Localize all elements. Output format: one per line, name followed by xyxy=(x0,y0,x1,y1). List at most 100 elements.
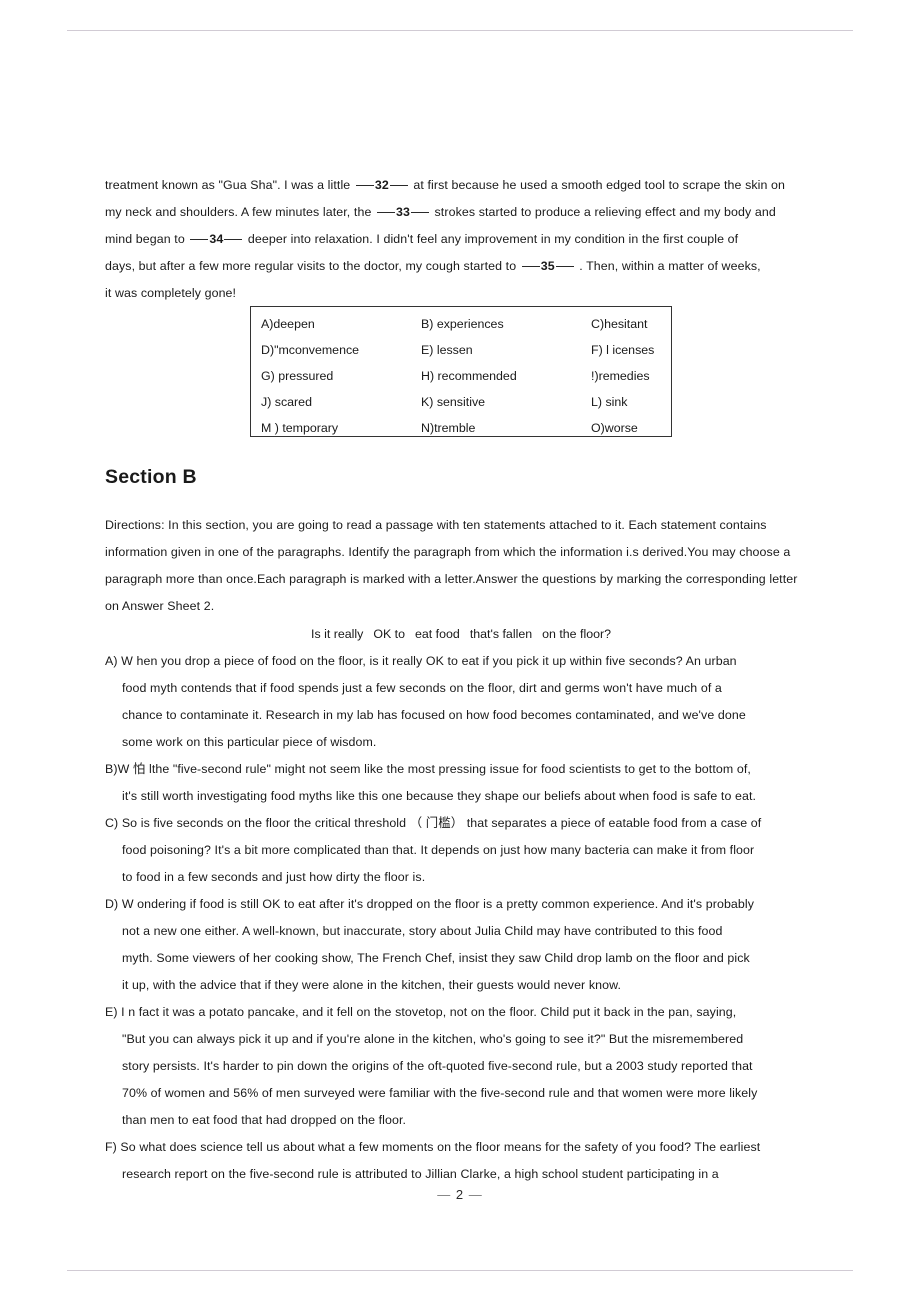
cloze-blank-rule-right xyxy=(389,185,408,186)
passage-paragraph: D) W ondering if food is still OK to eat… xyxy=(105,891,817,999)
paragraph-line: food myth contends that if food spends j… xyxy=(122,681,722,695)
cloze-blank-rule-right xyxy=(410,212,429,213)
cloze-blank-number: 35 xyxy=(540,259,555,273)
cloze-blank-rule-left xyxy=(521,266,540,267)
passage-title-part: that's fallen xyxy=(469,627,533,641)
word-bank-row: M ) temporary N)tremble O)worse xyxy=(251,415,671,436)
cloze-blank-number: 33 xyxy=(395,205,410,219)
passage-title: Is it really OK to eat food that's fallen on… xyxy=(105,622,817,646)
bottom-divider-rule xyxy=(67,1270,853,1271)
cloze-blank-rule-right xyxy=(224,239,243,240)
passage-title-part: Is it really xyxy=(311,627,364,641)
passage-body: A) W hen you drop a piece of food on the… xyxy=(105,648,817,1188)
cloze-text: my neck and shoulders. A few minutes lat… xyxy=(105,205,351,219)
word-bank-option[interactable]: O)worse xyxy=(581,415,671,436)
cloze-passage: treatment known as "Gua Sha". I was a li… xyxy=(105,172,817,307)
cloze-text: at first because he used a smooth edged … xyxy=(413,178,786,192)
section-b-heading: Section B xyxy=(105,466,197,488)
cloze-line: treatment known as "Gua Sha". I was a li… xyxy=(105,172,817,199)
passage-title-part: OK to xyxy=(373,627,406,641)
cloze-text: strokes started to produce a relieving e… xyxy=(434,205,776,219)
paragraph-line: 70% of women and 56% of men surveyed wer… xyxy=(122,1086,758,1100)
directions-line: Directions: In this section, you are goi… xyxy=(105,518,767,532)
paragraph-first-line: D) W ondering if food is still OK to eat… xyxy=(105,897,755,911)
cloze-blank-35[interactable]: 35 xyxy=(520,253,576,280)
word-bank-option[interactable]: H) recommended xyxy=(411,363,581,389)
word-bank-option[interactable]: !)remedies xyxy=(581,363,671,389)
cloze-blank-32[interactable]: 32 xyxy=(354,172,410,199)
cloze-blank-33[interactable]: 33 xyxy=(375,199,431,226)
paragraph-first-line: F) So what does science tell us about wh… xyxy=(105,1140,761,1154)
section-b-directions: Directions: In this section, you are goi… xyxy=(105,512,817,620)
paragraph-line: to food in a few seconds and just how di… xyxy=(122,870,426,884)
page-number-value: 2 xyxy=(455,1187,465,1202)
paragraph-line: it's still worth investigating food myth… xyxy=(122,789,757,803)
cloze-blank-number: 32 xyxy=(374,178,389,192)
cloze-text: deeper into relaxation. I didn't feel an… xyxy=(247,232,739,246)
passage-title-part: on the floor? xyxy=(542,627,611,641)
passage-paragraph: B)W 怕 lthe "five-second rule" might not … xyxy=(105,756,817,810)
word-bank-option[interactable]: J) scared xyxy=(251,389,411,415)
word-bank-option[interactable]: A)deepen xyxy=(251,311,411,337)
paragraph-first-line: E) I n fact it was a potato pancake, and… xyxy=(105,1005,737,1019)
cloze-blank-rule-left xyxy=(190,239,209,240)
passage-paragraph: F) So what does science tell us about wh… xyxy=(105,1134,817,1188)
directions-line: information given in one of the paragrap… xyxy=(105,545,791,559)
cloze-blank-rule-right xyxy=(555,266,574,267)
cloze-text: it was completely gone! xyxy=(105,286,237,300)
cloze-blank-rule-left xyxy=(376,212,395,213)
paragraph-first-line: B)W 怕 lthe "five-second rule" might not … xyxy=(105,762,751,776)
cloze-text: days, but after a few more regular visit… xyxy=(105,259,402,273)
word-bank-row: J) scared K) sensitive L) sink xyxy=(251,389,671,415)
passage-paragraph: A) W hen you drop a piece of food on the… xyxy=(105,648,817,756)
page-number: — 2 — xyxy=(0,1187,920,1202)
page-number-dash-left: — xyxy=(437,1187,452,1202)
word-bank-option[interactable]: K) sensitive xyxy=(411,389,581,415)
paragraph-line: "But you can always pick it up and if yo… xyxy=(122,1032,744,1046)
scanned-exam-page: treatment known as "Gua Sha". I was a li… xyxy=(0,0,920,1303)
cloze-text: my cough started to xyxy=(405,259,517,273)
passage-title-part: eat food xyxy=(415,627,460,641)
paragraph-line: than men to eat food that had dropped on… xyxy=(122,1113,407,1127)
paragraph-line: food poisoning? It's a bit more complica… xyxy=(122,843,755,857)
word-bank-box: A)deepen B) experiences C)hesitant D)"mconv… xyxy=(250,306,672,437)
cloze-line: days, but after a few more regular visit… xyxy=(105,253,817,280)
directions-line: paragraph more than once.Each paragraph … xyxy=(105,572,798,586)
paragraph-line: it up, with the advice that if they were… xyxy=(122,978,622,992)
cloze-text: . Then, within a matter of weeks, xyxy=(579,259,761,273)
word-bank-row: D)"mconvemence E) lessen F) l icenses xyxy=(251,337,671,363)
cloze-line: it was completely gone! xyxy=(105,280,817,307)
directions-line: on Answer Sheet 2. xyxy=(105,599,215,613)
word-bank-option[interactable]: D)"mconvemence xyxy=(251,337,411,363)
word-bank-option[interactable]: B) experiences xyxy=(411,311,581,337)
paragraph-line: story persists. It's harder to pin down … xyxy=(122,1059,753,1073)
passage-paragraph: E) I n fact it was a potato pancake, and… xyxy=(105,999,817,1134)
paragraph-line: myth. Some viewers of her cooking show, … xyxy=(122,951,750,965)
paragraph-first-line: A) W hen you drop a piece of food on the… xyxy=(105,654,737,668)
word-bank-row: G) pressured H) recommended !)remedies xyxy=(251,363,671,389)
word-bank-option[interactable]: M ) temporary xyxy=(251,415,411,436)
word-bank-option[interactable]: C)hesitant xyxy=(581,311,671,337)
page-number-dash-right: — xyxy=(468,1187,483,1202)
word-bank-option[interactable]: N)tremble xyxy=(411,415,581,436)
word-bank-option[interactable]: E) lessen xyxy=(411,337,581,363)
paragraph-line: research report on the five-second rule … xyxy=(122,1167,719,1181)
passage-paragraph: C) So is five seconds on the floor the c… xyxy=(105,810,817,891)
word-bank-option[interactable]: L) sink xyxy=(581,389,671,415)
paragraph-line: not a new one either. A well-known, but … xyxy=(122,924,723,938)
cloze-blank-number: 34 xyxy=(209,232,224,246)
word-bank-row: A)deepen B) experiences C)hesitant xyxy=(251,311,671,337)
cloze-text: the xyxy=(353,205,372,219)
paragraph-first-line: C) So is five seconds on the floor the c… xyxy=(105,816,762,830)
top-divider-rule xyxy=(67,30,853,31)
cloze-text: treatment known as "Gua Sha". I was a li… xyxy=(105,178,351,192)
paragraph-line: chance to contaminate it. Research in my… xyxy=(122,708,746,722)
cloze-blank-34[interactable]: 34 xyxy=(188,226,244,253)
word-bank-option[interactable]: F) l icenses xyxy=(581,337,671,363)
cloze-blank-rule-left xyxy=(355,185,374,186)
cloze-text: mind began to xyxy=(105,232,185,246)
cloze-line: mind began to 34 deeper into relaxation.… xyxy=(105,226,817,253)
cloze-line: my neck and shoulders. A few minutes lat… xyxy=(105,199,817,226)
paragraph-line: some work on this particular piece of wi… xyxy=(122,735,377,749)
word-bank-option[interactable]: G) pressured xyxy=(251,363,411,389)
